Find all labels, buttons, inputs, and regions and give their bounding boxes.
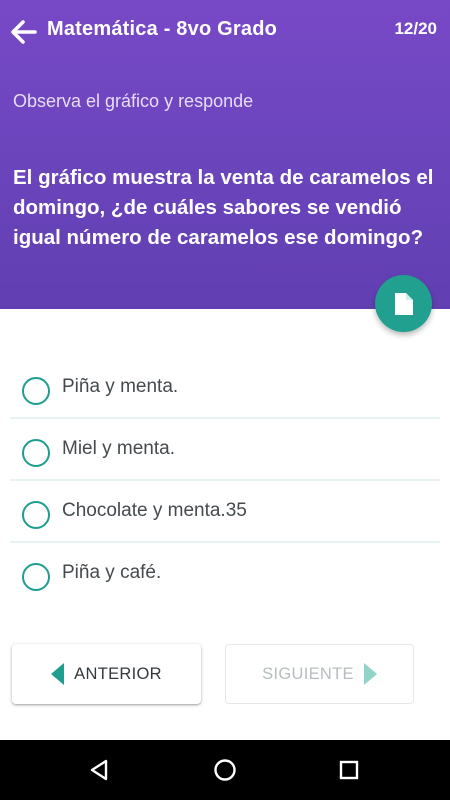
arrow-left-icon <box>11 20 37 44</box>
view-document-button[interactable] <box>375 275 432 332</box>
radio-button[interactable] <box>22 501 50 529</box>
radio-button[interactable] <box>22 439 50 467</box>
triangle-back-icon <box>90 759 108 781</box>
document-icon <box>394 292 413 315</box>
question-counter: 12/20 <box>394 19 437 38</box>
radio-button[interactable] <box>22 377 50 405</box>
circle-home-icon <box>214 759 236 781</box>
back-button[interactable] <box>10 18 38 46</box>
previous-button[interactable]: ANTERIOR <box>12 644 201 704</box>
page-title: Matemática - 8vo Grado <box>47 18 278 40</box>
quiz-screen: Matemática - 8vo Grado 12/20 Observa el … <box>0 0 450 800</box>
option-label: Chocolate y menta.35 <box>62 500 247 521</box>
answer-option[interactable]: Chocolate y menta.35 <box>10 481 440 543</box>
chevron-left-icon <box>51 663 65 685</box>
square-recents-icon <box>339 760 359 780</box>
nav-home-button[interactable] <box>213 758 237 782</box>
option-label: Miel y menta. <box>62 438 175 459</box>
nav-back-button[interactable] <box>87 758 111 782</box>
question-text: El gráfico muestra la venta de caramelos… <box>13 166 434 249</box>
question-header: Matemática - 8vo Grado 12/20 Observa el … <box>0 0 450 309</box>
option-label: Piña y café. <box>62 562 162 583</box>
chevron-right-icon <box>363 663 377 685</box>
answer-option[interactable]: Piña y menta. <box>10 357 440 419</box>
previous-button-label: ANTERIOR <box>74 664 162 683</box>
answer-option[interactable]: Piña y café. <box>10 543 440 605</box>
option-label: Piña y menta. <box>62 376 179 397</box>
answer-options: Piña y menta. Miel y menta. Chocolate y … <box>10 357 440 605</box>
next-button[interactable]: SIGUIENTE <box>225 644 414 704</box>
radio-button[interactable] <box>22 563 50 591</box>
nav-recents-button[interactable] <box>337 758 361 782</box>
instruction-text: Observa el gráfico y responde <box>13 91 254 111</box>
answer-option[interactable]: Miel y menta. <box>10 419 440 481</box>
system-navigation-bar <box>0 740 450 800</box>
top-bar: Matemática - 8vo Grado 12/20 <box>0 0 450 62</box>
next-button-label: SIGUIENTE <box>262 664 354 683</box>
